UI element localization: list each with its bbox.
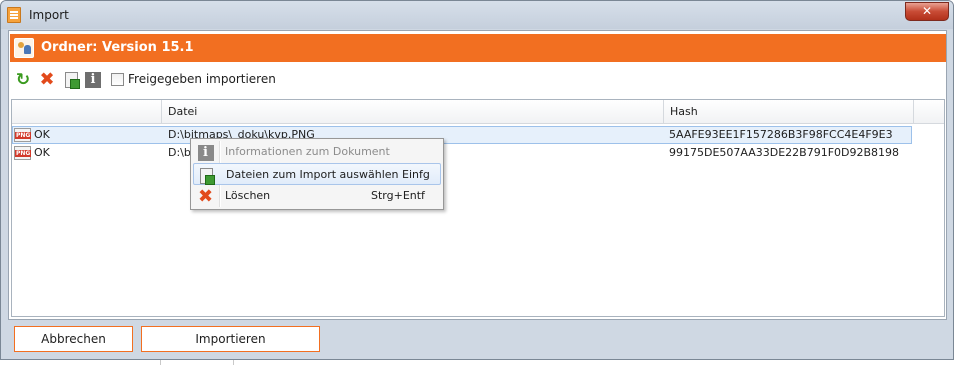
button-bar: Abbrechen Importieren <box>8 321 947 357</box>
column-header-filler <box>913 100 944 124</box>
checkbox-box[interactable] <box>111 72 124 86</box>
menu-item-delete[interactable]: ✖ Löschen Strg+Entf <box>193 185 441 207</box>
menu-item-label: Dateien zum Import auswählen Einfg <box>226 168 430 181</box>
info-icon: i <box>85 72 101 88</box>
row-hash: 5AAFE93EE1F157286B3F98FCC4E4F9E3 <box>669 128 893 141</box>
dialog-content: Ordner: Version 15.1 ↻ ✖ i Freigegeben i… <box>8 30 947 320</box>
refresh-button[interactable]: ↻ <box>14 71 32 89</box>
close-button[interactable]: ✕ <box>905 2 949 21</box>
checkbox-label: Freigegeben importieren <box>128 72 276 86</box>
import-button[interactable]: Importieren <box>141 326 320 352</box>
window-title: Import <box>29 8 69 22</box>
cancel-button[interactable]: Abbrechen <box>14 326 133 352</box>
row-file-path: D:\b <box>168 146 191 159</box>
column-header-status[interactable] <box>12 100 161 124</box>
file-grid[interactable]: Datei Hash OK D:\bitmaps\_doku\kvp.PNG 5… <box>11 99 945 317</box>
folder-title: Ordner: Version 15.1 <box>41 40 194 55</box>
png-file-icon <box>14 146 32 160</box>
select-files-button[interactable] <box>62 71 80 89</box>
file-add-icon <box>198 167 215 185</box>
table-row[interactable]: OK D:\bitmaps\_doku\kvp.PNG 5AAFE93EE1F1… <box>12 126 944 144</box>
row-status: OK <box>34 146 50 159</box>
delete-icon: ✖ <box>197 185 214 207</box>
png-file-icon <box>14 128 32 142</box>
column-header-hash[interactable]: Hash <box>663 100 913 124</box>
refresh-icon: ↻ <box>15 70 31 90</box>
document-icon <box>7 7 21 23</box>
grid-header: Datei Hash <box>12 100 944 124</box>
menu-item-select-files[interactable]: Dateien zum Import auswählen Einfg <box>193 163 441 185</box>
row-hash: 99175DE507AA33DE22B791F0D92B8198 <box>669 146 900 159</box>
import-dialog: Import ✕ Ordner: Version 15.1 ↻ ✖ i Frei… <box>0 0 954 360</box>
title-bar[interactable]: Import ✕ <box>1 1 953 29</box>
info-button[interactable]: i <box>84 71 102 89</box>
menu-item-label: Löschen <box>225 189 271 202</box>
file-add-icon <box>64 72 80 89</box>
shared-import-checkbox[interactable]: Freigegeben importieren <box>111 72 276 86</box>
folder-users-icon <box>14 38 34 58</box>
delete-button[interactable]: ✖ <box>38 71 56 89</box>
toolbar: ↻ ✖ i Freigegeben importieren <box>9 67 946 93</box>
background-divider <box>160 360 234 365</box>
menu-item-document-info[interactable]: i Informationen zum Dokument <box>193 141 441 163</box>
menu-item-label: Informationen zum Dokument <box>225 145 390 158</box>
row-status: OK <box>34 128 50 141</box>
column-header-file[interactable]: Datei <box>161 100 663 124</box>
table-row[interactable]: OK D:\b 99175DE507AA33DE22B791F0D92B8198 <box>12 144 944 162</box>
context-menu: i Informationen zum Dokument Dateien zum… <box>190 138 444 210</box>
delete-icon: ✖ <box>39 69 55 90</box>
info-icon: i <box>197 144 214 161</box>
folder-header: Ordner: Version 15.1 <box>10 34 946 62</box>
menu-item-shortcut: Strg+Entf <box>371 189 425 202</box>
background-strip <box>0 360 954 365</box>
